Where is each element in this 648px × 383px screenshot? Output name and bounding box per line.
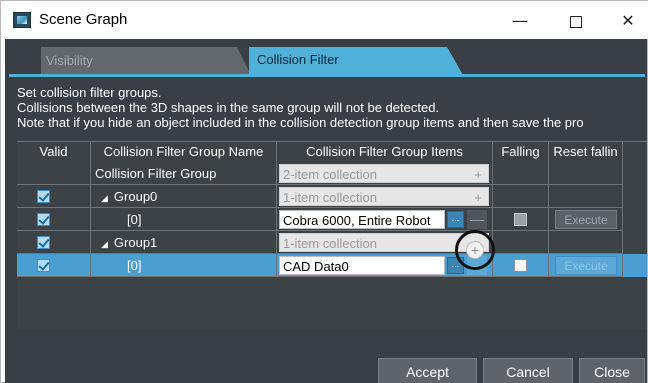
tab-underline xyxy=(9,74,645,77)
table-row[interactable]: [0] Cobra 6000, Entire Robot ... — Execu… xyxy=(17,208,647,231)
title-bar: Scene Graph — ✕ xyxy=(1,1,648,39)
column-header-group-name[interactable]: Collision Filter Group Name xyxy=(91,142,277,162)
falling-cell xyxy=(493,185,549,208)
reset-cell: Execute xyxy=(549,254,623,277)
collection-text: 2-item collection xyxy=(283,167,377,182)
description-line: Set collision filter groups. xyxy=(17,85,162,100)
falling-checkbox[interactable] xyxy=(514,259,527,272)
group-name-cell: ◢ Group0 xyxy=(91,185,277,208)
window-title: Scene Graph xyxy=(39,11,128,28)
column-header-group-items[interactable]: Collision Filter Group Items xyxy=(277,142,493,162)
valid-checkbox[interactable] xyxy=(37,213,50,226)
valid-checkbox[interactable] xyxy=(37,259,50,272)
group-items-cell: 2-item collection + xyxy=(277,162,493,185)
column-header-reset-falling[interactable]: Reset fallin xyxy=(549,142,623,162)
close-window-button[interactable]: ✕ xyxy=(605,7,648,35)
scene-graph-window: Scene Graph — ✕ Visibility Collision Fil… xyxy=(0,0,648,383)
app-icon xyxy=(13,12,31,28)
valid-cell xyxy=(17,162,91,185)
falling-cell xyxy=(493,162,549,185)
maximize-icon xyxy=(570,15,582,28)
valid-checkbox[interactable] xyxy=(37,190,50,203)
collection-field[interactable]: 2-item collection + xyxy=(279,164,489,183)
collision-filter-grid: Valid Collision Filter Group Name Collis… xyxy=(17,141,647,329)
group-name-text: Group0 xyxy=(113,189,158,204)
group-name-cell: [0] xyxy=(91,208,277,231)
column-header-valid[interactable]: Valid xyxy=(17,142,91,162)
reset-cell xyxy=(549,162,623,185)
remove-item-button[interactable]: — xyxy=(467,210,487,229)
valid-cell xyxy=(17,231,91,254)
valid-cell xyxy=(17,208,91,231)
reset-cell xyxy=(549,231,623,254)
table-row[interactable]: ◢ Group0 1-item collection + xyxy=(17,185,647,208)
reset-cell: Execute xyxy=(549,208,623,231)
group-name-cell: [0] xyxy=(91,254,277,277)
plus-icon[interactable]: + xyxy=(474,188,482,207)
main-panel: Visibility Collision Filter Set collisio… xyxy=(5,39,647,383)
execute-button[interactable]: Execute xyxy=(555,210,617,229)
reset-cell xyxy=(549,185,623,208)
item-field[interactable]: Cobra 6000, Entire Robot xyxy=(279,210,445,229)
table-row-selected[interactable]: [0] CAD Data0 ... — Execute xyxy=(17,254,647,277)
maximize-button[interactable] xyxy=(553,7,599,35)
falling-cell xyxy=(493,231,549,254)
valid-cell xyxy=(17,254,91,277)
ellipsis-button[interactable]: ... xyxy=(447,211,464,228)
add-item-plus-icon[interactable]: + xyxy=(466,241,484,259)
collection-text: 1-item collection xyxy=(283,236,377,251)
group-items-cell: 1-item collection + xyxy=(277,185,493,208)
falling-checkbox[interactable] xyxy=(514,213,527,226)
group-items-cell: Cobra 6000, Entire Robot ... — xyxy=(277,208,493,231)
item-field[interactable]: CAD Data0 xyxy=(279,256,445,275)
expander-icon[interactable]: ◢ xyxy=(101,193,108,203)
description-line: Collisions between the 3D shapes in the … xyxy=(17,100,440,115)
minimize-button[interactable]: — xyxy=(497,7,543,35)
valid-cell xyxy=(17,185,91,208)
falling-cell xyxy=(493,208,549,231)
cancel-button[interactable]: Cancel xyxy=(483,358,573,383)
valid-checkbox[interactable] xyxy=(37,236,50,249)
group-name-cell: ◢ Group1 xyxy=(91,231,277,254)
group-name-text: Group1 xyxy=(113,235,158,250)
falling-cell xyxy=(493,254,549,277)
group-name-cell: Collision Filter Group xyxy=(91,162,277,185)
column-header-falling[interactable]: Falling xyxy=(493,142,549,162)
collection-field[interactable]: 1-item collection + xyxy=(279,187,489,206)
highlight-circle: + xyxy=(455,230,495,270)
accept-button[interactable]: Accept xyxy=(378,358,477,383)
tab-strip: Visibility Collision Filter xyxy=(5,39,647,77)
close-button[interactable]: Close xyxy=(579,358,645,383)
expander-icon[interactable]: ◢ xyxy=(101,239,108,249)
execute-button[interactable]: Execute xyxy=(555,256,617,275)
tab-collision-filter[interactable]: Collision Filter xyxy=(249,47,463,75)
column-header-filler xyxy=(623,142,647,162)
table-row[interactable]: Collision Filter Group 2-item collection… xyxy=(17,162,647,185)
tab-visibility[interactable]: Visibility xyxy=(41,47,251,75)
table-row[interactable]: ◢ Group1 1-item collection xyxy=(17,231,647,254)
description-line: Note that if you hide an object included… xyxy=(17,115,584,130)
collection-text: 1-item collection xyxy=(283,190,377,205)
description: Set collision filter groups. Collisions … xyxy=(17,85,647,130)
plus-icon[interactable]: + xyxy=(474,165,482,184)
